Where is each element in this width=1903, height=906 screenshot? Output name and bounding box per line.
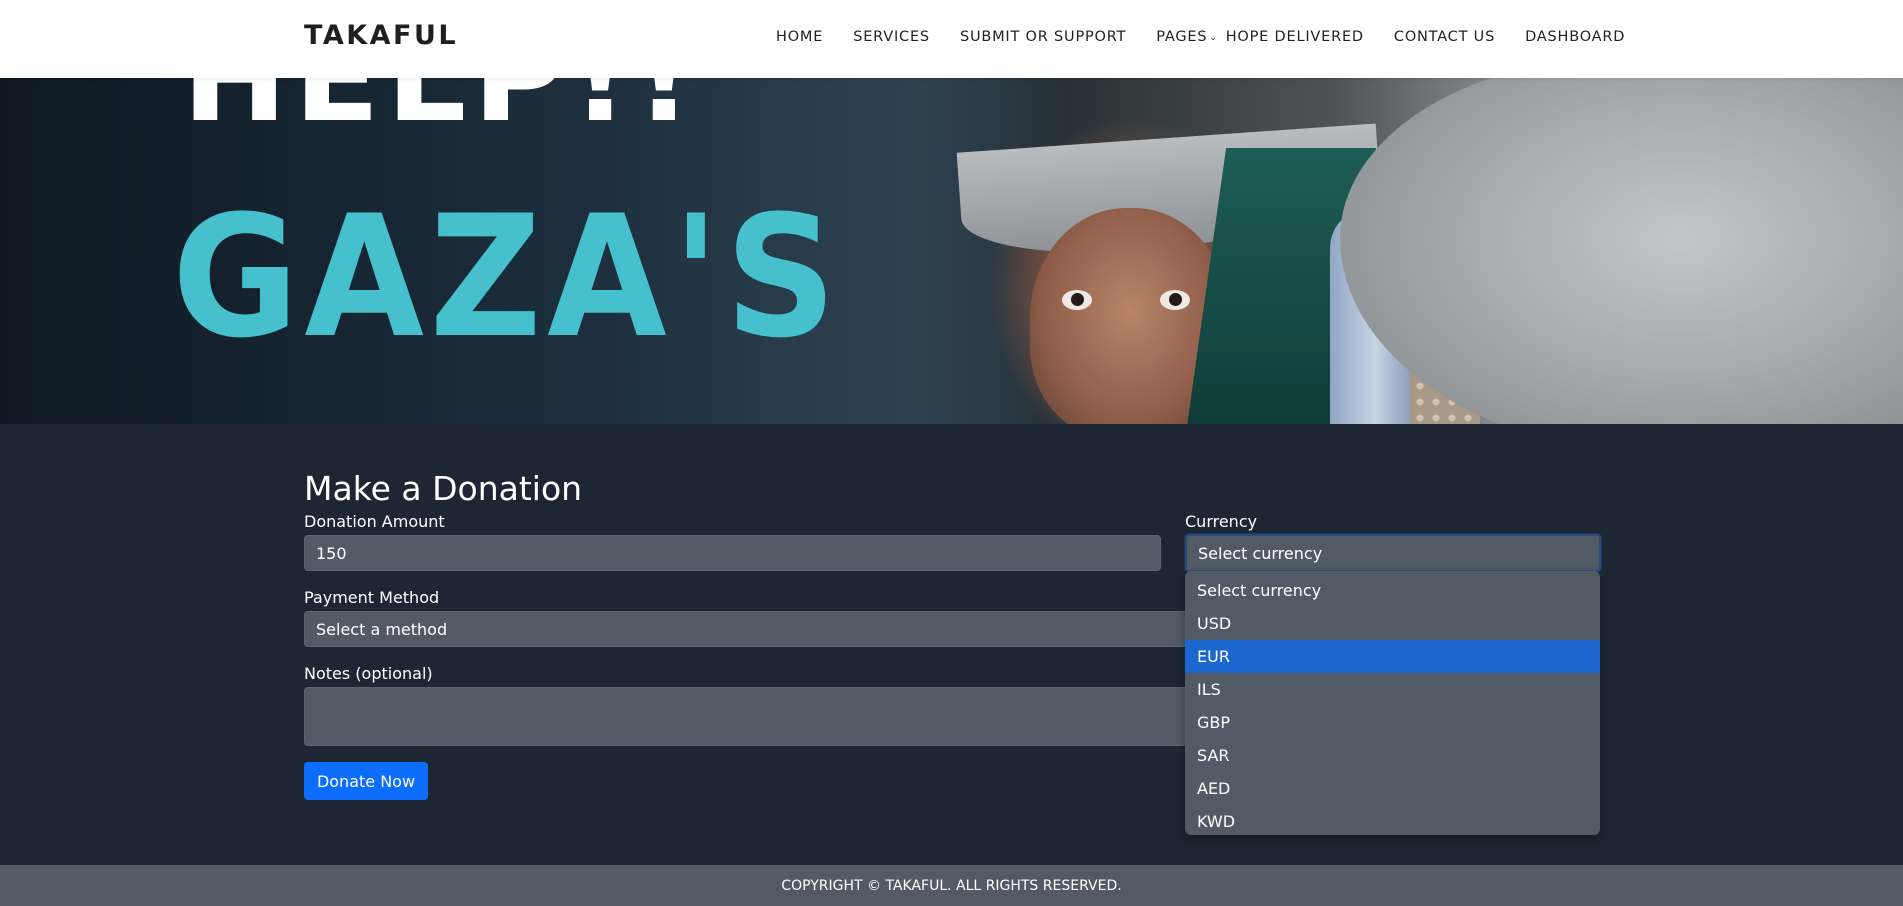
eye-right — [1160, 290, 1190, 310]
site-footer: COPYRIGHT © TAKAFUL. ALL RIGHTS RESERVED… — [0, 865, 1903, 906]
amount-label: Donation Amount — [304, 512, 445, 531]
nav-hope-delivered[interactable]: HOPE DELIVERED — [1226, 29, 1364, 45]
currency-select[interactable]: Select currency — [1185, 534, 1601, 572]
currency-dropdown-list: Select currency USD EUR ILS GBP SAR AED … — [1185, 571, 1600, 835]
nav-pages[interactable]: PAGES ⌄ — [1156, 29, 1217, 45]
footer-copyright: COPYRIGHT © TAKAFUL. ALL RIGHTS RESERVED… — [781, 877, 1122, 894]
currency-label: Currency — [1185, 512, 1258, 531]
donate-now-button[interactable]: Donate Now — [304, 762, 428, 800]
nav-contact-us[interactable]: CONTACT US — [1394, 29, 1495, 45]
hero-headline-line1: HELP!! — [182, 78, 699, 149]
currency-option-gbp[interactable]: GBP — [1185, 706, 1600, 739]
currency-option-sar[interactable]: SAR — [1185, 739, 1600, 772]
currency-option-placeholder[interactable]: Select currency — [1185, 574, 1600, 607]
nav-dashboard[interactable]: DASHBOARD — [1525, 29, 1625, 45]
payment-select-value: Select a method — [316, 619, 448, 639]
notes-label: Notes (optional) — [304, 664, 433, 683]
currency-option-ils[interactable]: ILS — [1185, 673, 1600, 706]
eye-left — [1062, 290, 1092, 310]
nav-home[interactable]: HOME — [776, 29, 823, 45]
payment-label: Payment Method — [304, 588, 440, 607]
currency-option-eur[interactable]: EUR — [1185, 640, 1600, 673]
main-nav: HOME SERVICES SUBMIT OR SUPPORT PAGES ⌄ … — [776, 29, 1625, 45]
hero-blanket — [1340, 78, 1903, 424]
currency-option-kwd[interactable]: KWD — [1185, 805, 1600, 838]
currency-option-usd[interactable]: USD — [1185, 607, 1600, 640]
chevron-down-icon: ⌄ — [1209, 33, 1218, 43]
nav-submit-or-support[interactable]: SUBMIT OR SUPPORT — [960, 29, 1126, 45]
amount-input[interactable]: 150 — [304, 535, 1161, 571]
hero-headline-line2: GAZA'S — [172, 179, 842, 375]
hero-banner: HELP!! GAZA'S — [0, 78, 1903, 424]
amount-value: 150 — [316, 543, 347, 563]
site-header: TAKAFUL HOME SERVICES SUBMIT OR SUPPORT … — [0, 0, 1903, 78]
currency-option-aed[interactable]: AED — [1185, 772, 1600, 805]
brand-logo[interactable]: TAKAFUL — [304, 20, 458, 51]
form-title: Make a Donation — [304, 469, 583, 508]
nav-pages-label: PAGES — [1156, 29, 1208, 45]
currency-select-value: Select currency — [1198, 543, 1323, 563]
nav-services[interactable]: SERVICES — [853, 29, 930, 45]
